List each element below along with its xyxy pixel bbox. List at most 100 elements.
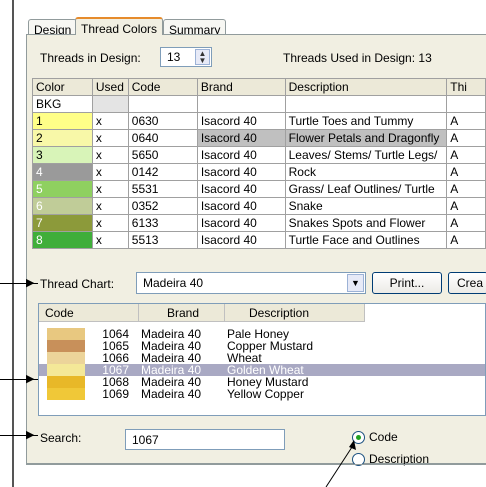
list-header-description[interactable]: Description: [225, 304, 365, 322]
brand-cell[interactable]: Isacord 40: [196, 214, 286, 232]
code-cell[interactable]: 0352: [127, 197, 198, 215]
arrowhead-icon: ▶: [26, 373, 35, 385]
grid-header-row: Color Used Code Brand Description Thi: [32, 78, 486, 96]
search-input[interactable]: 1067: [125, 429, 285, 450]
col-header-thickness[interactable]: Thi: [446, 78, 486, 96]
used-cell[interactable]: x: [91, 112, 129, 130]
description-cell[interactable]: Flower Petals and Dragonfly: [284, 129, 448, 147]
panel-bottom-border: [26, 464, 486, 465]
thread-chart-select[interactable]: Madeira 40 ▼: [136, 272, 366, 294]
brand-cell[interactable]: Isacord 40: [196, 146, 286, 164]
print-button[interactable]: Print...: [372, 272, 442, 294]
tab-thread-colors[interactable]: Thread Colors: [75, 17, 164, 36]
thickness-cell[interactable]: A: [446, 197, 486, 215]
used-cell[interactable]: x: [91, 197, 129, 215]
color-swatch: [47, 376, 85, 388]
used-cell[interactable]: x: [91, 231, 129, 249]
create-button[interactable]: Crea: [448, 272, 486, 294]
brand-cell[interactable]: Isacord 40: [196, 129, 286, 147]
color-swatch-cell[interactable]: 6: [32, 197, 93, 215]
code-cell[interactable]: 5650: [127, 146, 198, 164]
thickness-cell[interactable]: A: [446, 180, 486, 198]
list-item[interactable]: 1069 Madeira 40 Yellow Copper: [39, 387, 485, 401]
brand-cell[interactable]: Isacord 40: [196, 231, 286, 249]
table-row[interactable]: 1 x 0630 Isacord 40 Turtle Toes and Tummy A: [32, 112, 486, 130]
color-swatch-cell[interactable]: 4: [32, 163, 93, 181]
brand-cell[interactable]: Isacord 40: [196, 197, 286, 215]
table-row-bkg[interactable]: BKG: [32, 95, 486, 113]
color-swatch: [47, 352, 85, 364]
col-header-code[interactable]: Code: [127, 78, 198, 96]
description-cell[interactable]: Leaves/ Stems/ Turtle Legs/: [284, 146, 448, 164]
list-header-brand[interactable]: Brand: [139, 304, 225, 322]
code-cell[interactable]: 5513: [127, 231, 198, 249]
color-swatch-cell[interactable]: 3: [32, 146, 93, 164]
description-cell[interactable]: Snakes Spots and Flower: [284, 214, 448, 232]
thickness-cell[interactable]: A: [446, 214, 486, 232]
bkg-cell[interactable]: BKG: [32, 95, 93, 113]
list-header-code[interactable]: Code: [39, 304, 139, 322]
description-cell[interactable]: Snake: [284, 197, 448, 215]
col-header-used[interactable]: Used: [91, 78, 129, 96]
table-row[interactable]: 3 x 5650 Isacord 40 Leaves/ Stems/ Turtle Le…: [32, 146, 486, 164]
arrowhead-icon: ▶: [26, 429, 35, 441]
chevron-down-icon[interactable]: ▼: [347, 274, 364, 292]
code-cell[interactable]: 6133: [127, 214, 198, 232]
col-header-description[interactable]: Description: [284, 78, 448, 96]
thickness-cell[interactable]: A: [446, 112, 486, 130]
description-cell[interactable]: Turtle Face and Outlines: [284, 231, 448, 249]
used-cell[interactable]: x: [91, 214, 129, 232]
color-swatch-cell[interactable]: 2: [32, 129, 93, 147]
spin-up-down-icon[interactable]: ▲ ▼: [195, 49, 210, 65]
used-cell[interactable]: x: [91, 129, 129, 147]
thickness-cell[interactable]: A: [446, 163, 486, 181]
left-border: [12, 0, 14, 487]
brand-cell: [196, 95, 286, 113]
table-row[interactable]: 6 x 0352 Isacord 40 Snake A: [32, 197, 486, 215]
table-row[interactable]: 4 x 0142 Isacord 40 Rock A: [32, 163, 486, 181]
code-radio-label[interactable]: Code: [369, 430, 398, 444]
threads-in-design-stepper[interactable]: 13 ▲ ▼: [160, 47, 212, 67]
description-cell[interactable]: Rock: [284, 163, 448, 181]
description-cell[interactable]: Turtle Toes and Tummy: [284, 112, 448, 130]
description-cell[interactable]: Grass/ Leaf Outlines/ Turtle: [284, 180, 448, 198]
color-swatch-cell[interactable]: 1: [32, 112, 93, 130]
col-header-brand[interactable]: Brand: [196, 78, 286, 96]
color-swatch-cell[interactable]: 7: [32, 214, 93, 232]
thickness-cell[interactable]: A: [446, 129, 486, 147]
search-value: 1067: [132, 433, 159, 447]
brand-cell[interactable]: Isacord 40: [196, 112, 286, 130]
brand-cell[interactable]: Isacord 40: [196, 180, 286, 198]
threads-in-design-value: 13: [167, 50, 181, 64]
table-row[interactable]: 2 x 0640 Isacord 40 Flower Petals and Dragon…: [32, 129, 486, 147]
thread-code: 1069: [102, 387, 129, 401]
color-swatch-cell[interactable]: 8: [32, 231, 93, 249]
threads-in-design-label: Threads in Design:: [40, 51, 141, 65]
table-row[interactable]: 5 x 5531 Isacord 40 Grass/ Leaf Outlines/ Tu…: [32, 180, 486, 198]
brand-cell[interactable]: Isacord 40: [196, 163, 286, 181]
used-cell[interactable]: x: [91, 163, 129, 181]
thread-chart-label: Thread Chart:: [40, 277, 115, 291]
used-cell[interactable]: x: [91, 146, 129, 164]
color-swatch-cell[interactable]: 5: [32, 180, 93, 198]
thickness-cell[interactable]: A: [446, 231, 486, 249]
table-row[interactable]: 8 x 5513 Isacord 40 Turtle Face and Outlines…: [32, 231, 486, 249]
code-cell[interactable]: 5531: [127, 180, 198, 198]
threads-used-label: Threads Used in Design: 13: [283, 51, 432, 65]
color-swatch: [47, 328, 85, 340]
used-cell[interactable]: x: [91, 180, 129, 198]
thickness-cell: [446, 95, 486, 113]
code-cell[interactable]: 0640: [127, 129, 198, 147]
code-cell[interactable]: 0142: [127, 163, 198, 181]
thread-chart-list[interactable]: Code Brand Description 1064 Madeira 40 Pal…: [38, 303, 486, 416]
col-header-color[interactable]: Color: [32, 78, 93, 96]
thickness-cell[interactable]: A: [446, 146, 486, 164]
code-cell: [127, 95, 198, 113]
thread-description: Yellow Copper: [227, 387, 304, 401]
table-row[interactable]: 7 x 6133 Isacord 40 Snakes Spots and Flower A: [32, 214, 486, 232]
color-swatch: [47, 364, 85, 376]
description-cell: [284, 95, 448, 113]
pointer-line: [325, 440, 356, 487]
used-cell: [91, 95, 129, 113]
code-cell[interactable]: 0630: [127, 112, 198, 130]
